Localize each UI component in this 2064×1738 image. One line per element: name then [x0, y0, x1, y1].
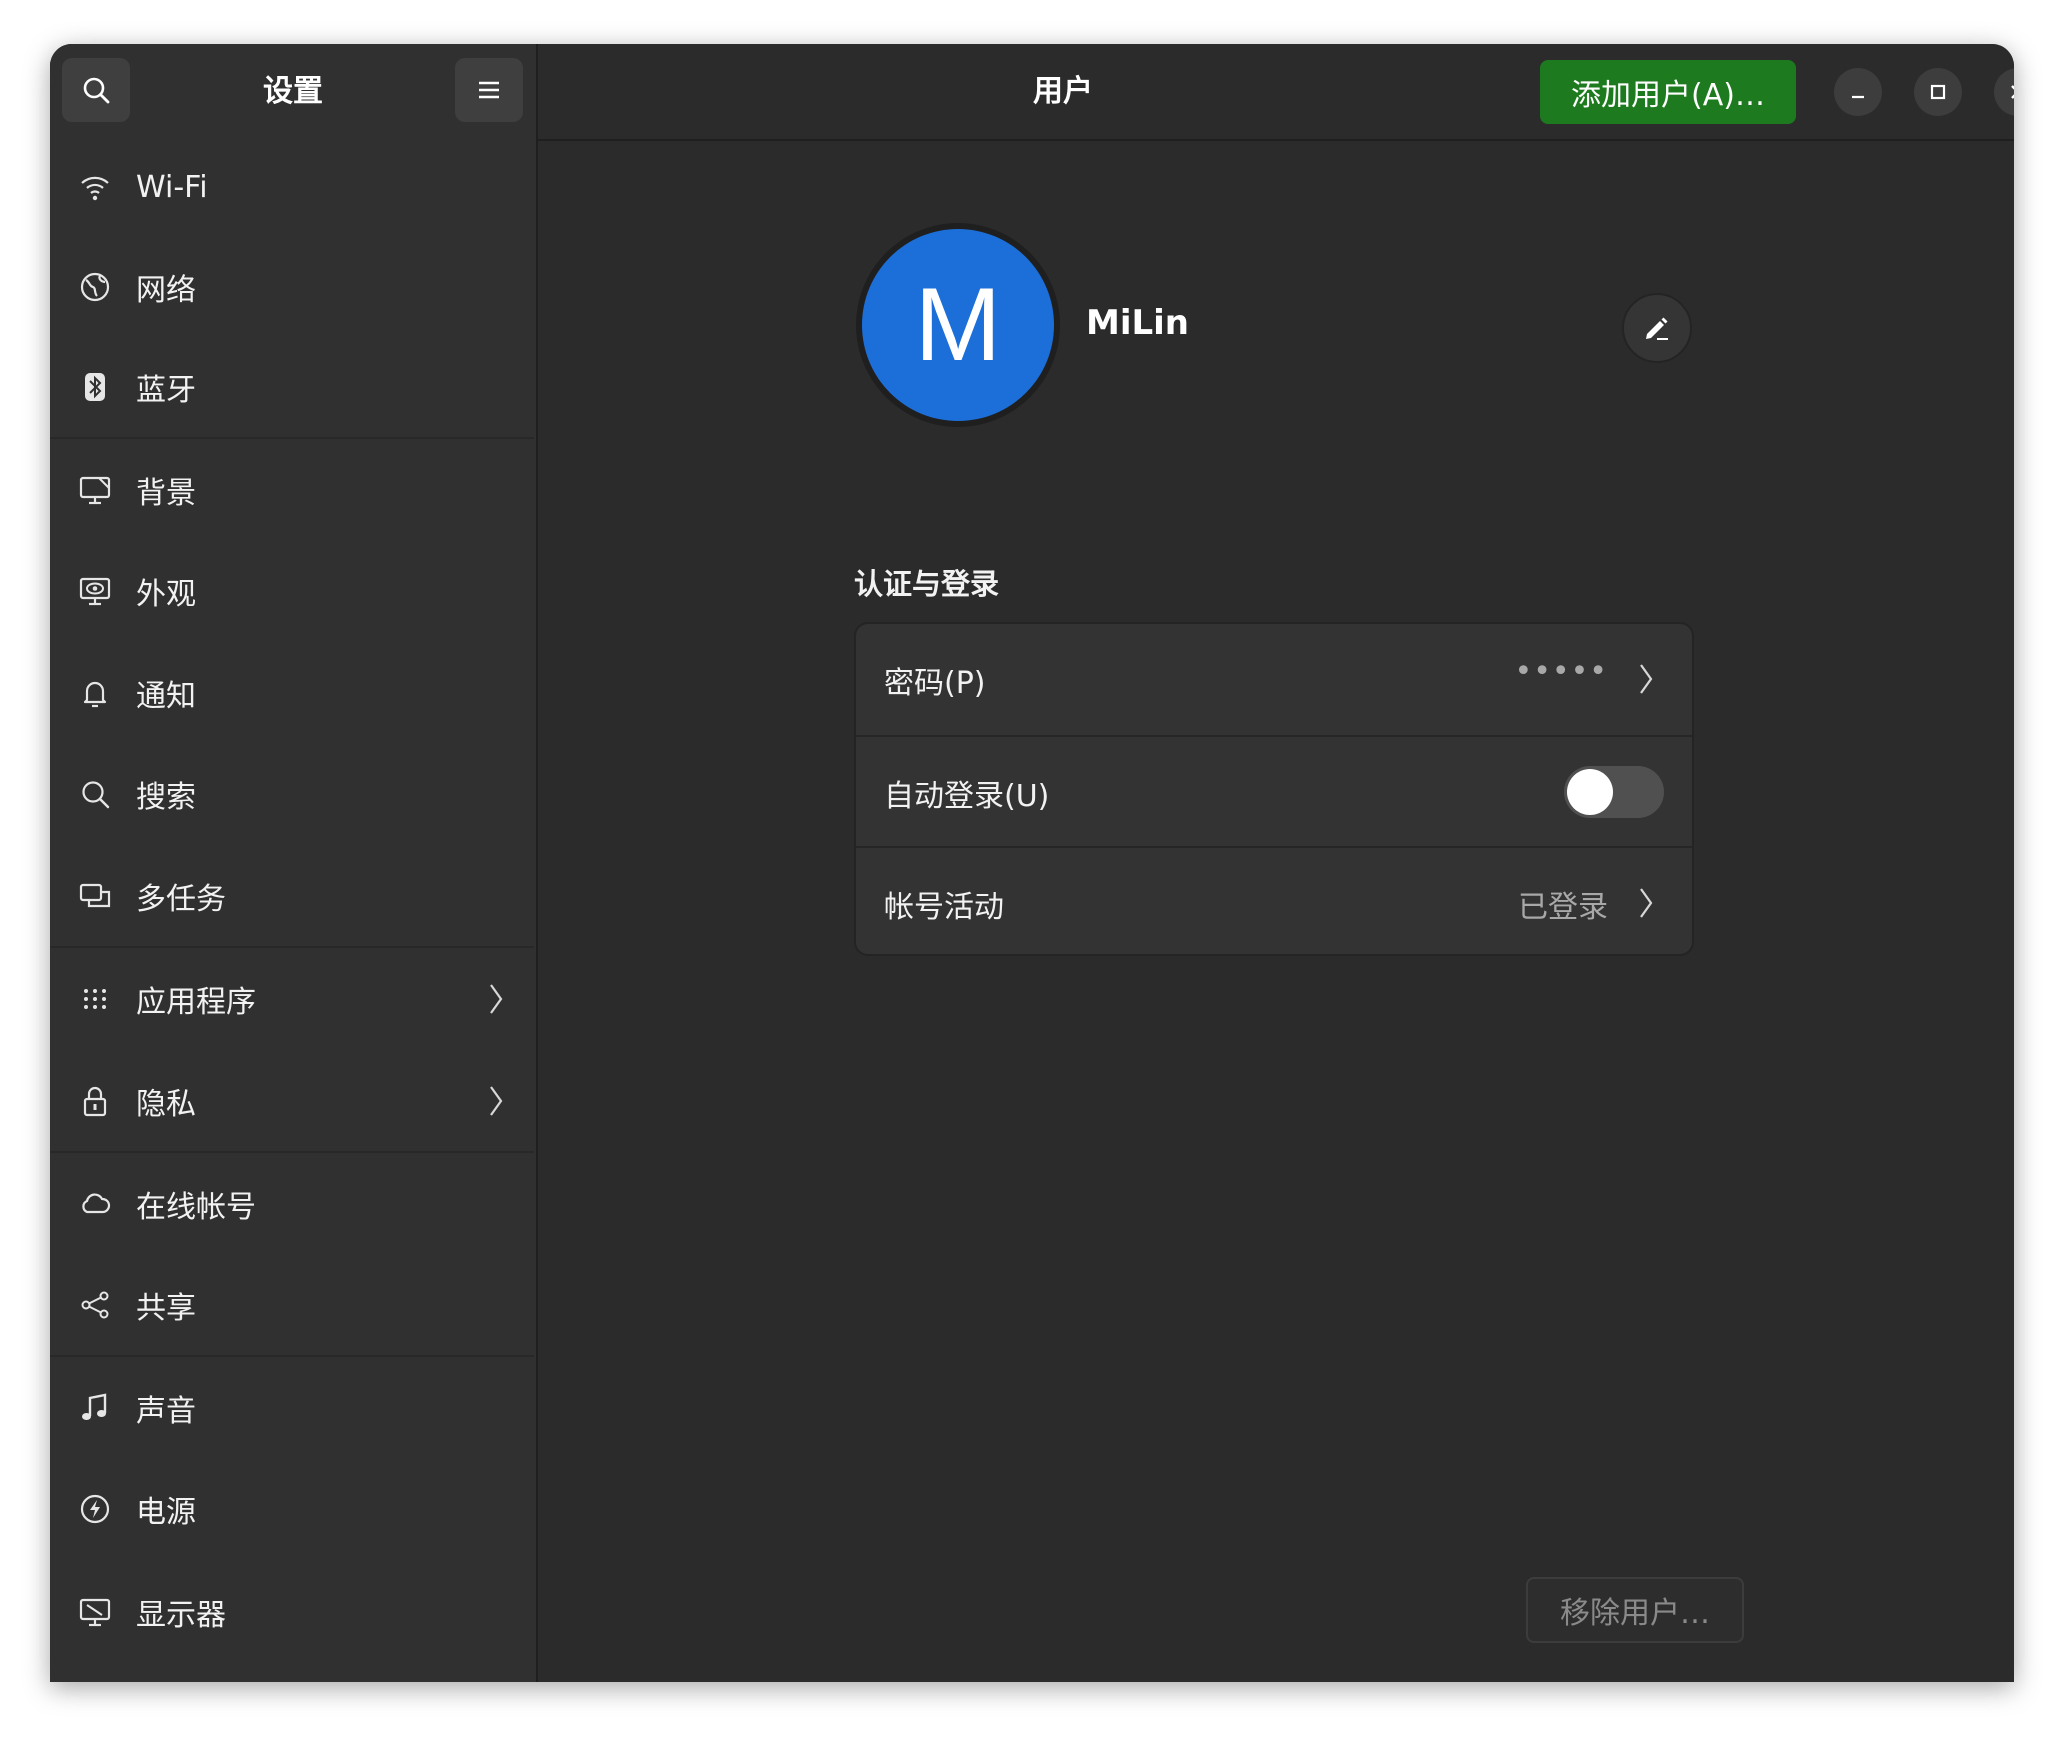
- sidebar-item-sound[interactable]: 声音: [50, 1360, 536, 1456]
- maximize-icon: [1930, 84, 1946, 100]
- user-panel: M MiLin 认证与登录 密码(P) ••••• 自动登录(U) 帐号活动 已…: [538, 141, 2014, 1682]
- sidebar-item-label: 电源: [136, 1495, 196, 1530]
- lock-icon: [78, 1084, 112, 1118]
- chevron-right-icon: [490, 984, 503, 1014]
- password-value: •••••: [1514, 654, 1608, 689]
- share-icon: [78, 1288, 112, 1322]
- auto-login-toggle[interactable]: [1564, 766, 1664, 818]
- sidebar-item-online-accounts[interactable]: 在线帐号: [50, 1156, 536, 1252]
- sidebar-item-label: 通知: [136, 679, 196, 714]
- sidebar-item-label: 应用程序: [136, 985, 256, 1020]
- auto-login-row: 自动登录(U): [856, 737, 1692, 848]
- multitasking-icon: [78, 879, 112, 913]
- sidebar-item-power[interactable]: 电源: [50, 1461, 536, 1557]
- close-icon: [2011, 85, 2014, 99]
- sidebar-item-label: Wi-Fi: [136, 169, 208, 205]
- bluetooth-icon: [78, 370, 112, 404]
- chevron-right-icon: [490, 1086, 503, 1116]
- search-icon: [83, 77, 110, 104]
- music-note-icon: [78, 1391, 112, 1425]
- sidebar-item-label: 在线帐号: [136, 1190, 256, 1225]
- cloud-icon: [78, 1187, 112, 1221]
- sidebar-title: 设置: [263, 74, 323, 109]
- sidebar-item-label: 显示器: [136, 1598, 226, 1633]
- avatar-letter: M: [862, 229, 1054, 421]
- maximize-button[interactable]: [1914, 68, 1962, 116]
- sidebar-item-label: 搜索: [136, 780, 196, 815]
- sidebar-item-label: 网络: [136, 273, 196, 308]
- sidebar-item-appearance[interactable]: 外观: [50, 543, 536, 639]
- sidebar-item-label: 背景: [136, 476, 196, 511]
- sidebar-separator: [50, 946, 534, 948]
- sidebar-item-background[interactable]: 背景: [50, 442, 536, 538]
- sidebar-item-wifi[interactable]: Wi-Fi: [50, 139, 536, 235]
- bell-icon: [78, 676, 112, 710]
- password-label: 密码(P): [884, 666, 986, 701]
- sidebar-item-label: 外观: [136, 577, 196, 612]
- minimize-icon: [1852, 95, 1864, 99]
- apps-grid-icon: [78, 982, 112, 1016]
- globe-icon: [78, 270, 112, 304]
- sidebar-item-label: 蓝牙: [136, 373, 196, 408]
- auth-settings-card: 密码(P) ••••• 自动登录(U) 帐号活动 已登录: [854, 622, 1694, 956]
- pencil-icon: [1646, 317, 1668, 340]
- sidebar-item-bluetooth[interactable]: 蓝牙: [50, 339, 536, 435]
- remove-user-button[interactable]: 移除用户…: [1526, 1577, 1744, 1643]
- sidebar-item-notifications[interactable]: 通知: [50, 645, 536, 741]
- account-activity-value: 已登录: [1518, 890, 1608, 925]
- main-menu-button[interactable]: [455, 58, 523, 122]
- sidebar-separator: [50, 1355, 534, 1357]
- sidebar-item-label: 共享: [136, 1291, 196, 1326]
- power-icon: [78, 1492, 112, 1526]
- sidebar-item-applications[interactable]: 应用程序: [50, 951, 536, 1047]
- section-title-auth: 认证与登录: [854, 567, 1000, 601]
- avatar[interactable]: M: [856, 223, 1060, 427]
- sidebar-separator: [50, 1151, 534, 1153]
- sidebar-item-sharing[interactable]: 共享: [50, 1257, 536, 1353]
- sidebar-item-network[interactable]: 网络: [50, 239, 536, 335]
- header-bar: 用户 添加用户(A)…: [538, 44, 2014, 141]
- sidebar-separator: [50, 437, 534, 439]
- wifi-icon: [78, 170, 112, 204]
- account-activity-row[interactable]: 帐号活动 已登录: [856, 848, 1692, 954]
- chevron-right-icon: [1640, 664, 1653, 694]
- display-icon: [78, 1595, 112, 1629]
- sidebar-header: 设置: [50, 44, 536, 139]
- sidebar-item-displays[interactable]: 显示器: [50, 1564, 536, 1660]
- settings-window: 设置 Wi-Fi 网络 蓝牙 背景 外观 通知 搜索 多任务 应用程序 隐私 在…: [50, 44, 2014, 1682]
- sidebar-item-search[interactable]: 搜索: [50, 746, 536, 842]
- sidebar-item-label: 声音: [136, 1394, 196, 1429]
- account-activity-label: 帐号活动: [884, 890, 1004, 925]
- auto-login-label: 自动登录(U): [884, 779, 1050, 814]
- toggle-knob: [1567, 769, 1613, 815]
- search-button[interactable]: [62, 58, 130, 122]
- minimize-button[interactable]: [1834, 68, 1882, 116]
- add-user-button[interactable]: 添加用户(A)…: [1540, 60, 1796, 124]
- page-title: 用户: [1033, 74, 1093, 109]
- sidebar-item-multitasking[interactable]: 多任务: [50, 848, 536, 944]
- appearance-icon: [78, 574, 112, 608]
- edit-name-button[interactable]: [1622, 293, 1692, 363]
- sidebar: 设置 Wi-Fi 网络 蓝牙 背景 外观 通知 搜索 多任务 应用程序 隐私 在…: [50, 44, 538, 1682]
- monitor-background-icon: [78, 473, 112, 507]
- chevron-right-icon: [1640, 888, 1653, 918]
- sidebar-item-privacy[interactable]: 隐私: [50, 1053, 536, 1149]
- password-row[interactable]: 密码(P) •••••: [856, 624, 1692, 735]
- sidebar-item-label: 隐私: [136, 1087, 196, 1122]
- close-button[interactable]: [1994, 68, 2014, 116]
- user-name: MiLin: [1086, 303, 1190, 343]
- sidebar-item-label: 多任务: [136, 882, 226, 917]
- search-icon: [78, 777, 112, 811]
- hamburger-menu-icon: [479, 81, 499, 99]
